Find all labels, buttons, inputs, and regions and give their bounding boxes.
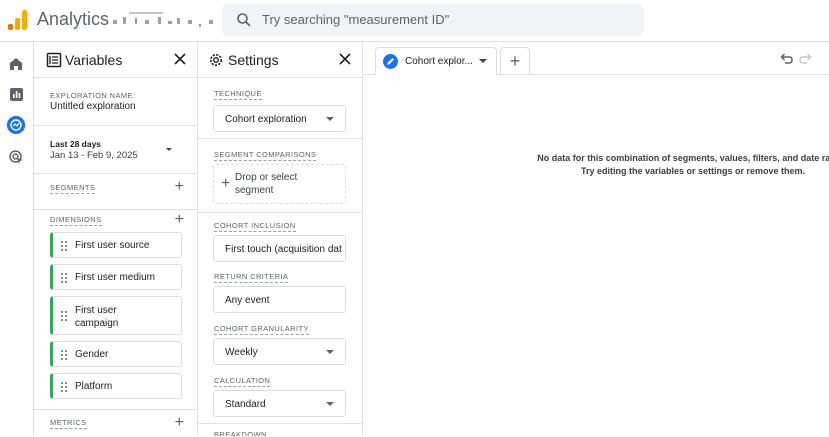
- metrics-label: METRICS: [50, 418, 87, 429]
- dimension-chip[interactable]: First user source: [50, 232, 182, 258]
- dimension-chip[interactable]: Gender: [50, 341, 182, 367]
- undo-icon[interactable]: [779, 51, 793, 65]
- calculation-select[interactable]: Standard: [213, 390, 346, 417]
- dimension-label: First user source: [75, 240, 150, 251]
- segments-label: SEGMENTS: [50, 183, 96, 194]
- dimension-chip[interactable]: First user medium: [50, 264, 182, 290]
- top-bar: Analytics Try searching "measurement ID": [0, 0, 829, 42]
- technique-section: TECHNIQUE Cohort exploration: [198, 78, 362, 139]
- dimension-label: Gender: [75, 349, 109, 360]
- settings-gear-icon: [210, 54, 222, 66]
- settings-panel: Settings TECHNIQUE Cohort exploration SE…: [198, 42, 363, 437]
- variables-header: Variables: [34, 42, 197, 78]
- drag-handle-icon[interactable]: [61, 311, 67, 321]
- pencil-icon[interactable]: [383, 54, 398, 69]
- analytics-logo-icon[interactable]: [8, 10, 28, 30]
- return-criteria-select[interactable]: Any event: [213, 286, 346, 313]
- drag-handle-icon[interactable]: [61, 241, 67, 251]
- settings-body: COHORT INCLUSION First touch (acquisitio…: [198, 213, 362, 437]
- app-title: Analytics: [37, 9, 110, 29]
- segment-comparisons-section: SEGMENT COMPARISONS + Drop or select seg…: [198, 139, 362, 213]
- chevron-down-icon: [326, 402, 334, 406]
- tab-bar: Cohort explor... +: [363, 42, 829, 75]
- variables-title: Variables: [65, 52, 123, 68]
- breakdown-label: BREAKDOWN: [214, 430, 267, 436]
- metrics-section: METRICS +: [34, 410, 198, 435]
- technique-label: TECHNIQUE: [214, 89, 262, 100]
- cohort-inclusion-label: COHORT INCLUSION: [214, 221, 296, 232]
- exploration-name-section: EXPLORATION NAME: Untitled exploration: [34, 78, 198, 126]
- no-data-line-1: No data for this combination of segments…: [537, 153, 829, 163]
- dimension-chip[interactable]: First user campaign: [50, 296, 182, 335]
- reports-icon[interactable]: [6, 84, 26, 104]
- settings-title: Settings: [228, 52, 279, 68]
- return-criteria-value: Any event: [225, 295, 270, 306]
- date-range-section[interactable]: Last 28 days Jan 13 - Feb 9, 2025: [34, 126, 198, 174]
- add-icon: +: [221, 175, 231, 192]
- segment-drop-zone[interactable]: + Drop or select segment: [213, 164, 346, 204]
- dimension-chip[interactable]: Platform: [50, 373, 182, 399]
- dimension-label: Platform: [75, 381, 113, 392]
- date-dropdown-icon[interactable]: [166, 148, 172, 151]
- exploration-name-label: EXPLORATION NAME:: [50, 91, 136, 100]
- exploration-name-input[interactable]: Untitled exploration: [50, 101, 136, 112]
- cohort-inclusion-value: First touch (acquisition dat: [225, 244, 342, 255]
- search-bar[interactable]: Try searching "measurement ID": [222, 4, 644, 36]
- search-icon: [237, 13, 251, 27]
- exploration-canvas: Cohort explor... + No data for this comb…: [363, 42, 829, 435]
- account-selector[interactable]: [113, 12, 218, 32]
- dimension-label: First user medium: [75, 272, 156, 283]
- return-criteria-label: RETURN CRITERIA: [214, 272, 289, 283]
- close-icon[interactable]: [338, 52, 352, 66]
- variables-icon: [46, 52, 62, 68]
- date-range-label: Last 28 days: [50, 139, 102, 149]
- dimensions-label: DIMENSIONS: [50, 215, 102, 226]
- cohort-granularity-select[interactable]: Weekly: [213, 338, 346, 365]
- settings-header: Settings: [198, 42, 362, 78]
- drag-handle-icon[interactable]: [61, 350, 67, 360]
- no-data-message: No data for this combination of segments…: [443, 152, 829, 178]
- add-segment-icon[interactable]: +: [175, 179, 184, 195]
- divider: [198, 423, 362, 424]
- segment-comparisons-label: SEGMENT COMPARISONS: [214, 150, 317, 161]
- add-tab-button[interactable]: +: [500, 47, 530, 75]
- calculation-label: CALCULATION: [214, 376, 271, 387]
- technique-select[interactable]: Cohort exploration: [213, 105, 346, 132]
- add-metric-icon[interactable]: +: [175, 415, 184, 431]
- advertising-icon[interactable]: [6, 147, 26, 167]
- search-placeholder: Try searching "measurement ID": [262, 12, 450, 27]
- left-nav-rail: [0, 42, 33, 435]
- tab-cohort-exploration[interactable]: Cohort explor...: [375, 47, 497, 75]
- add-dimension-icon[interactable]: +: [175, 212, 184, 228]
- dimensions-section: DIMENSIONS + First user source First use…: [34, 210, 198, 410]
- drag-handle-icon[interactable]: [61, 382, 67, 392]
- chevron-down-icon[interactable]: [479, 59, 487, 63]
- close-icon[interactable]: [173, 52, 187, 66]
- no-data-line-2: Try editing the variables or settings or…: [580, 166, 806, 176]
- dimension-label: First user campaign: [75, 305, 119, 329]
- home-icon[interactable]: [6, 54, 26, 74]
- chevron-down-icon: [326, 117, 334, 121]
- segments-section: SEGMENTS +: [34, 174, 198, 210]
- cohort-granularity-label: COHORT GRANULARITY: [214, 324, 309, 335]
- drop-segment-text: Drop or select segment: [235, 172, 298, 196]
- explore-icon[interactable]: [6, 115, 26, 135]
- chevron-down-icon: [326, 350, 334, 354]
- redo-icon[interactable]: [799, 51, 813, 65]
- tab-label: Cohort explor...: [405, 56, 473, 67]
- date-range-value: Jan 13 - Feb 9, 2025: [50, 150, 138, 161]
- drag-handle-icon[interactable]: [61, 273, 67, 283]
- cohort-inclusion-select[interactable]: First touch (acquisition dat: [213, 235, 346, 262]
- variables-panel: Variables EXPLORATION NAME: Untitled exp…: [33, 42, 198, 435]
